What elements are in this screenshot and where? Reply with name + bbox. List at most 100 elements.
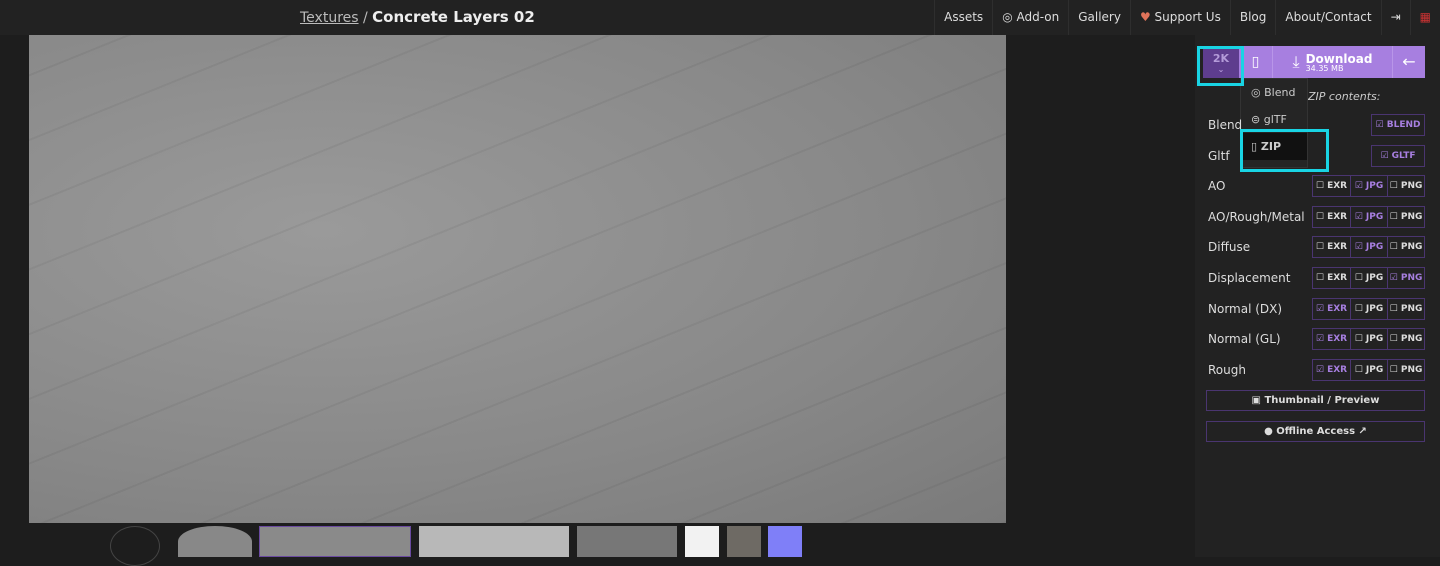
nav-blog[interactable]: Blog: [1229, 0, 1276, 35]
format-checkbox-png[interactable]: ☐ PNG: [1387, 298, 1424, 319]
format-group: ☑ BLEND: [1371, 114, 1425, 136]
format-label: EXR: [1327, 273, 1348, 283]
thumb-rough[interactable]: [685, 526, 719, 557]
breadcrumb-separator: /: [363, 10, 368, 26]
back-arrow-button[interactable]: ←: [1392, 46, 1425, 78]
format-label: JPG: [1365, 181, 1384, 192]
texture-preview[interactable]: [29, 35, 1006, 523]
format-label: PNG: [1400, 364, 1423, 375]
format-group: ☐ EXR ☑ JPG ☐ PNG: [1312, 175, 1425, 198]
format-label: PNG: [1400, 211, 1423, 222]
highlight-box: [1197, 46, 1244, 86]
checkbox-icon: ☑: [1380, 150, 1392, 161]
map-row: Gltf ☑ GLTF: [1208, 144, 1425, 167]
format-checkbox-jpg[interactable]: ☐ JPG: [1350, 329, 1387, 350]
format-label: EXR: [1327, 334, 1348, 345]
format-checkbox-jpg[interactable]: ☐ JPG: [1350, 359, 1387, 380]
format-checkbox-jpg[interactable]: ☐ JPG: [1350, 268, 1387, 288]
format-checkbox-png[interactable]: ☐ PNG: [1387, 176, 1424, 197]
checkbox-icon: ☑: [1315, 364, 1328, 375]
map-label: Diffuse: [1208, 240, 1251, 255]
format-label: EXR: [1327, 242, 1348, 253]
format-label: EXR: [1327, 364, 1348, 375]
format-checkbox-jpg[interactable]: ☑ JPG: [1350, 206, 1387, 227]
checkbox-icon: ☐: [1354, 303, 1366, 314]
format-checkbox-gltf[interactable]: ☑ GLTF: [1372, 146, 1424, 166]
format-checkbox-exr[interactable]: ☑ EXR: [1313, 329, 1350, 349]
blender-icon: ◎: [1251, 86, 1265, 99]
format-checkbox-exr[interactable]: ☐ EXR: [1313, 237, 1350, 257]
thumbnail-strip: [0, 524, 1195, 566]
thumbnail-preview-button[interactable]: ▣ Thumbnail / Preview: [1206, 390, 1425, 411]
checkbox-icon: ☐: [1315, 211, 1328, 222]
nav-about[interactable]: About/Contact: [1275, 0, 1380, 35]
map-label: Normal (DX): [1208, 301, 1283, 316]
format-checkbox-png[interactable]: ☐ PNG: [1387, 329, 1424, 350]
nav-addon[interactable]: ◎ Add-on: [992, 0, 1068, 35]
thumb-normal[interactable]: [768, 526, 802, 557]
thumb-sphere[interactable]: [178, 526, 252, 557]
format-label: PNG: [1400, 181, 1423, 192]
format-checkbox-jpg[interactable]: ☐ JPG: [1350, 298, 1387, 319]
offline-logo-icon: ●: [1264, 426, 1277, 437]
checkbox-icon: ☑: [1315, 303, 1328, 314]
zip-icon: ▯: [1251, 54, 1260, 70]
nav-support-label: Support Us: [1154, 10, 1221, 24]
checkbox-icon: ☐: [1389, 334, 1401, 345]
image-icon: ▣: [1251, 395, 1265, 406]
thumb-displacement[interactable]: [577, 526, 677, 557]
format-checkbox-exr[interactable]: ☑ EXR: [1313, 299, 1350, 319]
thumb-diffuse[interactable]: [259, 526, 411, 557]
format-label: PNG: [1400, 334, 1423, 345]
download-button[interactable]: ⤓ Download 34.35 MB: [1272, 46, 1392, 78]
nav-gallery[interactable]: Gallery: [1068, 0, 1130, 35]
rotate-icon[interactable]: [110, 526, 160, 566]
checkbox-icon: ☐: [1354, 273, 1366, 283]
checkbox-icon: ☐: [1389, 242, 1401, 253]
map-label: AO/Rough/Metal: [1208, 209, 1305, 224]
format-checkbox-exr[interactable]: ☐ EXR: [1313, 268, 1350, 288]
nav-assets[interactable]: Assets: [934, 0, 992, 35]
map-row: AO ☐ EXR ☑ JPG ☐ PNG: [1208, 175, 1425, 198]
format-group: ☑ EXR ☐ JPG ☐ PNG: [1312, 297, 1425, 320]
checkbox-icon: ☐: [1389, 364, 1401, 375]
offline-label: Offline Access: [1276, 426, 1356, 437]
top-bar: Textures / Concrete Layers 02 Assets ◎ A…: [0, 0, 1440, 35]
blender-icon: ◎: [1002, 10, 1017, 24]
format-group: ☐ EXR ☑ JPG ☐ PNG: [1312, 205, 1425, 228]
format-label: EXR: [1327, 211, 1348, 222]
nav-support[interactable]: ♥ Support Us: [1129, 0, 1230, 35]
format-checkbox-exr[interactable]: ☑ EXR: [1313, 360, 1350, 380]
login-icon[interactable]: ⇥: [1380, 0, 1410, 35]
format-label: JPG: [1365, 242, 1384, 253]
format-checkbox-png[interactable]: ☐ PNG: [1387, 206, 1424, 227]
format-checkbox-blend[interactable]: ☑ BLEND: [1372, 115, 1424, 135]
map-label: Displacement: [1208, 271, 1291, 285]
offline-access-button[interactable]: ● Offline Access ↗: [1206, 421, 1425, 442]
format-checkbox-png[interactable]: ☑ PNG: [1387, 268, 1424, 288]
map-label: Normal (GL): [1208, 332, 1281, 347]
external-link-icon: ↗: [1355, 426, 1367, 437]
format-checkbox-jpg[interactable]: ☑ JPG: [1350, 237, 1387, 258]
format-checkbox-jpg[interactable]: ☑ JPG: [1350, 176, 1387, 197]
format-group: ☐ EXR ☐ JPG ☑ PNG: [1312, 267, 1425, 289]
breadcrumb-textures-link[interactable]: Textures: [300, 10, 359, 26]
format-checkbox-png[interactable]: ☐ PNG: [1387, 237, 1424, 258]
map-label: Rough: [1208, 362, 1246, 377]
nav-addon-label: Add-on: [1016, 10, 1060, 24]
format-checkbox-exr[interactable]: ☐ EXR: [1313, 207, 1350, 227]
thumb-ao[interactable]: [419, 526, 569, 557]
format-option-blend[interactable]: ◎ Blend: [1241, 79, 1307, 106]
format-group: ☑ EXR ☐ JPG ☐ PNG: [1312, 328, 1425, 351]
map-row: Diffuse ☐ EXR ☑ JPG ☐ PNG: [1208, 236, 1425, 259]
format-checkbox-png[interactable]: ☐ PNG: [1387, 359, 1424, 380]
checkbox-icon: ☑: [1315, 334, 1328, 345]
format-label: PNG: [1400, 273, 1423, 283]
breadcrumb: Textures / Concrete Layers 02: [300, 8, 535, 26]
checkbox-icon: ☐: [1354, 364, 1366, 375]
format-checkbox-exr[interactable]: ☐ EXR: [1313, 176, 1350, 196]
map-row: Normal (GL) ☑ EXR ☐ JPG ☐ PNG: [1208, 328, 1425, 351]
thumb-arm[interactable]: [727, 526, 761, 557]
uk-flag-icon[interactable]: ▦: [1409, 0, 1440, 35]
format-label: EXR: [1327, 303, 1348, 314]
